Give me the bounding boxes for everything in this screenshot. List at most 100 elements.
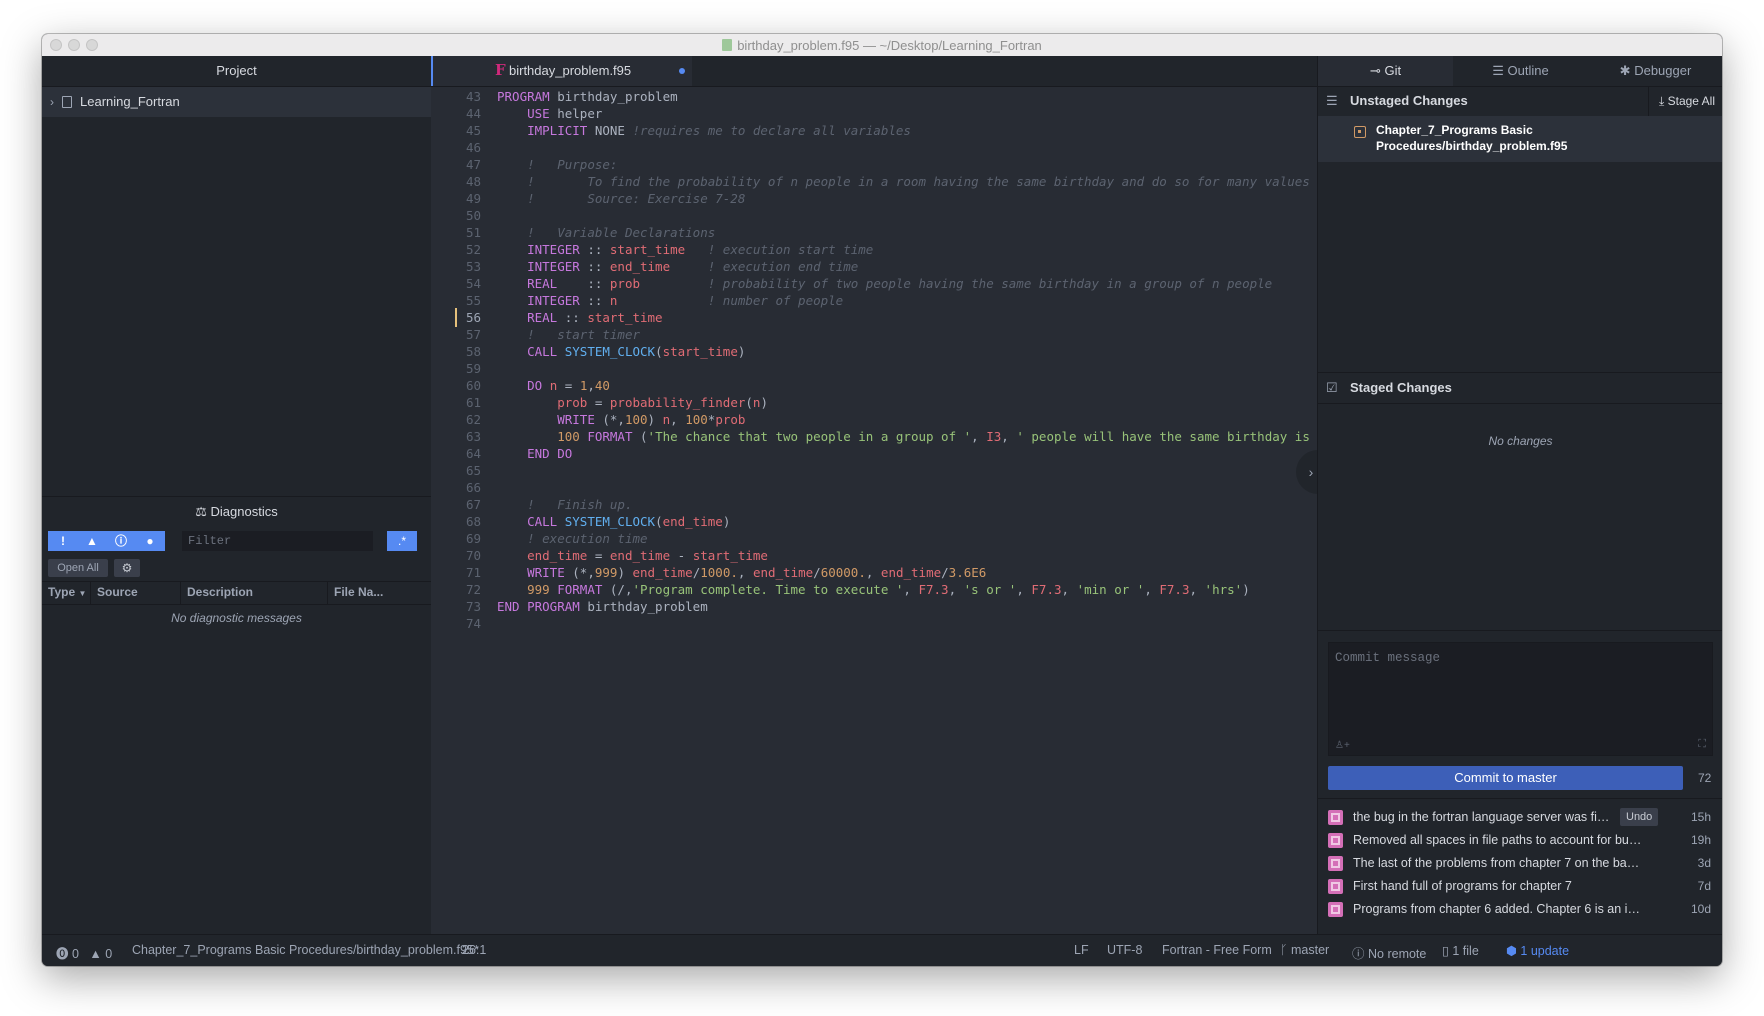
code-token: 100 <box>557 429 580 444</box>
code-token: SYSTEM_CLOCK <box>564 514 656 529</box>
cursor-position[interactable]: 26:1 <box>462 943 486 957</box>
code-token: end_time <box>609 259 671 274</box>
code-token: 'hrs' <box>1204 582 1243 597</box>
file-icon: ▯ <box>1442 944 1449 958</box>
tab-git[interactable]: ⊸ Git <box>1318 56 1453 86</box>
list-icon: ☰ <box>1326 93 1338 108</box>
code-token: FORMAT <box>587 429 633 444</box>
column-description[interactable]: Description <box>187 585 253 599</box>
code-token: ' people will have the same birthday is … <box>1016 429 1325 444</box>
status-file-path[interactable]: Chapter_7_Programs Basic Procedures/birt… <box>132 943 479 957</box>
unstaged-file-path: Chapter_7_Programs Basic Procedures/birt… <box>1376 123 1568 153</box>
diagnostics-header: ⚖ Diagnostics <box>42 497 431 527</box>
code-token: ! Variable Declarations <box>527 225 716 240</box>
diagnostics-columns: Type ▼ Source Description File Na... <box>42 581 431 605</box>
stage-all-button[interactable]: ⤓ Stage All <box>1647 86 1715 116</box>
code-token: = <box>587 395 610 410</box>
code-token: !requires me to declare all variables <box>632 123 911 138</box>
column-divider[interactable] <box>180 582 181 604</box>
code-token: ) <box>737 344 746 359</box>
open-all-button[interactable]: Open All <box>48 559 108 577</box>
column-divider[interactable] <box>90 582 91 604</box>
grammar[interactable]: Fortran - Free Form <box>1162 943 1272 957</box>
code-token: ) <box>617 565 633 580</box>
code-token: end_time <box>632 565 693 580</box>
code-token: F7.3 <box>1159 582 1190 597</box>
modified-indicator[interactable] <box>679 68 685 74</box>
app-window: birthday_problem.f95 — ~/Desktop/Learnin… <box>42 34 1722 966</box>
column-source[interactable]: Source <box>97 585 138 599</box>
commit-message-input[interactable]: Commit message ♙+ ⛶ <box>1328 642 1713 756</box>
outline-icon: ☰ <box>1492 63 1504 78</box>
code-token: birthday_problem <box>549 89 678 104</box>
line-ending[interactable]: LF <box>1074 943 1089 957</box>
diagnostics-filter-input[interactable]: Filter <box>182 531 373 551</box>
regex-toggle-button[interactable]: .* <box>387 531 417 551</box>
code-token: ) <box>647 412 663 427</box>
code-token: SYSTEM_CLOCK <box>564 344 656 359</box>
tab-debugger-label: Debugger <box>1634 63 1692 78</box>
warning-icon: ▲ <box>89 947 102 961</box>
code-token: 100 <box>685 412 708 427</box>
commit-button[interactable]: Commit to master <box>1328 766 1683 790</box>
code-token: ) <box>1242 582 1250 597</box>
unstaged-file-item[interactable]: Chapter_7_Programs Basic Procedures/birt… <box>1318 116 1722 162</box>
code-token: 999 <box>594 565 618 580</box>
code-token: :: <box>557 276 610 291</box>
info-filter-button[interactable]: ⓘ <box>106 531 136 551</box>
code-token: F7.3 <box>918 582 949 597</box>
co-author-icon[interactable]: ♙+ <box>1335 740 1350 751</box>
line-number[interactable]: 74 <box>431 614 481 633</box>
column-type[interactable]: Type ▼ <box>48 585 86 599</box>
project-header[interactable]: Project <box>42 56 431 87</box>
tab-outline[interactable]: ☰ Outline <box>1453 56 1588 86</box>
expand-editor-icon[interactable]: ⛶ <box>1698 738 1706 751</box>
code-token: , <box>903 582 919 597</box>
chevron-right-icon[interactable]: › <box>50 95 54 109</box>
tab-debugger[interactable]: ✱ Debugger <box>1588 56 1722 86</box>
undo-commit-button[interactable]: Undo <box>1620 808 1659 826</box>
code-token: (/, <box>602 582 633 597</box>
code-token: , <box>737 565 753 580</box>
git-remote[interactable]: ⓘ No remote <box>1352 943 1426 962</box>
tree-item-learning-fortran[interactable]: › Learning_Fortran <box>42 87 431 117</box>
column-divider[interactable] <box>327 582 328 604</box>
code-token: , <box>587 378 595 393</box>
git-branch[interactable]: ᚴ master <box>1280 943 1329 957</box>
tab-birthday-problem[interactable]: F birthday_problem.f95 <box>431 56 692 86</box>
warning-filter-button[interactable]: ▲ <box>77 531 107 551</box>
column-file-name[interactable]: File Na... <box>334 585 383 599</box>
code-token: ( <box>655 514 663 529</box>
code-token: ! start timer <box>527 327 640 342</box>
code-token: end_time <box>752 565 814 580</box>
code-token: ! To find the probability of n people in… <box>527 174 1348 189</box>
code-token: 's or ' <box>963 582 1017 597</box>
tree-item-label: Learning_Fortran <box>80 94 180 109</box>
code-line[interactable]: 74 <box>431 614 1317 633</box>
code-token: 'min or ' <box>1076 582 1145 597</box>
trace-filter-button[interactable]: ● <box>135 531 165 551</box>
code-token: , <box>1001 429 1017 444</box>
error-filter-button[interactable]: ! <box>48 531 78 551</box>
commit-item[interactable]: Programs from chapter 6 added. Chapter 6… <box>1318 896 1722 922</box>
avatar-icon <box>1328 902 1343 917</box>
settings-button[interactable]: ⚙ <box>114 559 140 577</box>
encoding[interactable]: UTF-8 <box>1107 943 1142 957</box>
diagnostic-counts[interactable]: ⓿ 0 ▲ 0 <box>56 943 112 962</box>
changed-files[interactable]: ▯ 1 file <box>1442 943 1479 958</box>
code-token: NONE <box>587 123 633 138</box>
update-indicator[interactable]: ⬢ 1 update <box>1506 943 1569 958</box>
error-icon: ! <box>61 534 65 548</box>
debugger-icon: ✱ <box>1619 63 1631 78</box>
unstaged-changes-title: Unstaged Changes <box>1350 93 1468 108</box>
tab-title: birthday_problem.f95 <box>509 63 632 78</box>
window-title: birthday_problem.f95 — ~/Desktop/Learnin… <box>42 38 1722 53</box>
code-token: WRITE <box>557 412 595 427</box>
